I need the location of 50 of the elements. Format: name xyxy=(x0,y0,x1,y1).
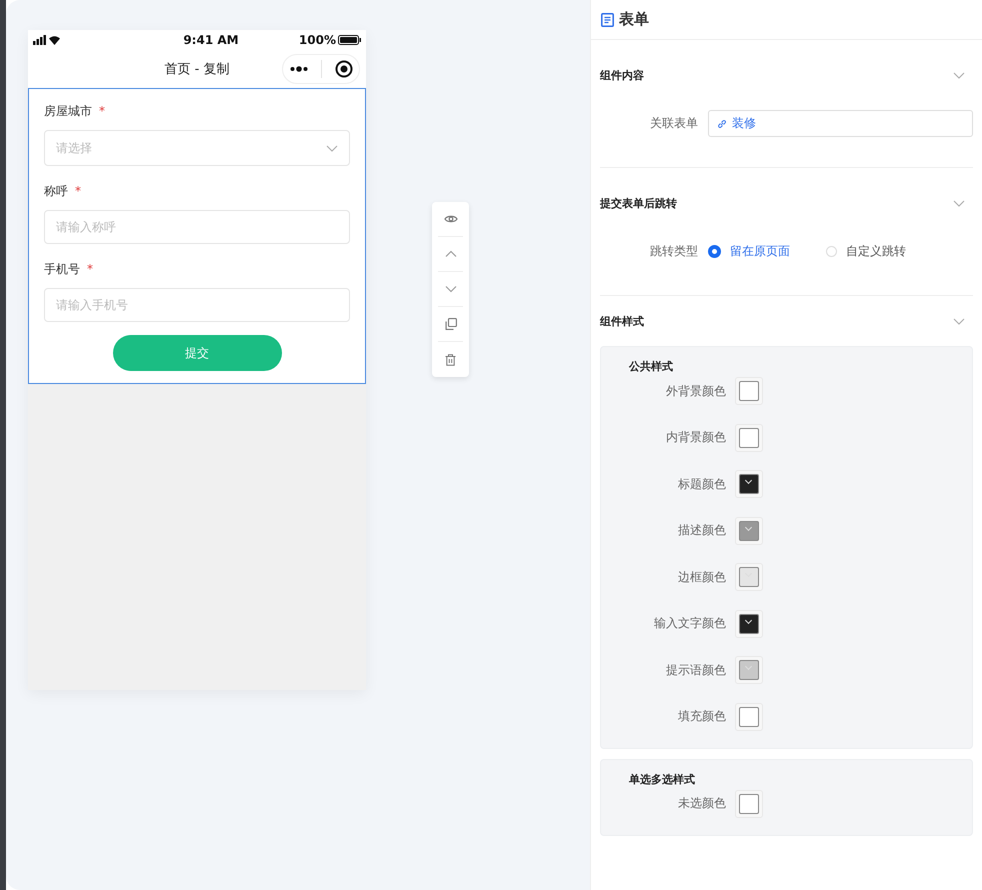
color-picker[interactable] xyxy=(735,610,763,638)
field-label: 内背景颜色 xyxy=(665,429,726,446)
group-title: 单选多选样式 xyxy=(628,772,696,786)
field-label: 提示语颜色 xyxy=(665,662,726,678)
link-icon xyxy=(717,118,727,128)
radio-option[interactable]: 留在原页面 xyxy=(708,243,790,260)
input-field[interactable]: 请输入称呼 xyxy=(44,210,350,244)
collapse-icon[interactable] xyxy=(953,72,965,78)
color-picker[interactable] xyxy=(735,563,763,591)
field-label: 填充颜色 xyxy=(677,708,726,725)
panel-title: 表单 xyxy=(619,10,649,29)
required-mark: * xyxy=(99,104,105,118)
dropdown-icon xyxy=(326,144,338,152)
collapse-icon[interactable] xyxy=(953,200,965,206)
color-picker[interactable] xyxy=(735,377,763,405)
page-title: 首页 - 复制 xyxy=(164,61,230,78)
group-title: 公共样式 xyxy=(628,359,674,373)
section-title: 组件样式 xyxy=(600,314,644,328)
battery-level: 100% xyxy=(298,33,336,47)
field-label: 未选颜色 xyxy=(677,795,726,812)
radio-option[interactable]: 自定义跳转 xyxy=(826,243,906,260)
more-icon[interactable] xyxy=(290,66,308,72)
required-mark: * xyxy=(75,184,81,198)
linked-form-field[interactable]: 装修 xyxy=(708,110,973,137)
color-picker[interactable] xyxy=(735,702,763,730)
section-title: 组件内容 xyxy=(600,68,644,82)
color-picker[interactable] xyxy=(735,470,763,498)
color-picker[interactable] xyxy=(735,424,763,452)
required-mark: * xyxy=(87,262,93,276)
field-label: 标题颜色 xyxy=(677,476,726,492)
input-field[interactable]: 请输入手机号 xyxy=(44,288,350,322)
status-time: 9:41 AM xyxy=(183,33,239,47)
signal-wifi-icon xyxy=(33,35,63,45)
field-label: 边框颜色 xyxy=(677,568,726,586)
submit-button[interactable]: 提交 xyxy=(112,335,282,371)
field-label: 房屋城市 xyxy=(44,102,92,120)
color-picker[interactable] xyxy=(735,790,763,818)
field-label: 手机号 xyxy=(44,260,80,278)
field-label: 跳转类型 xyxy=(649,243,698,260)
field-label: 描述颜色 xyxy=(677,522,726,539)
color-picker[interactable] xyxy=(735,516,763,544)
field-label: 输入文字颜色 xyxy=(653,615,726,632)
collapse-icon[interactable] xyxy=(953,318,965,324)
field-label: 外背景颜色 xyxy=(665,382,726,400)
section-title: 提交表单后跳转 xyxy=(600,196,677,210)
color-picker[interactable] xyxy=(735,656,763,684)
field-label: 称呼 xyxy=(44,182,68,200)
document-icon xyxy=(601,12,614,26)
field-label: 关联表单 xyxy=(649,115,698,132)
battery-icon xyxy=(338,35,362,45)
